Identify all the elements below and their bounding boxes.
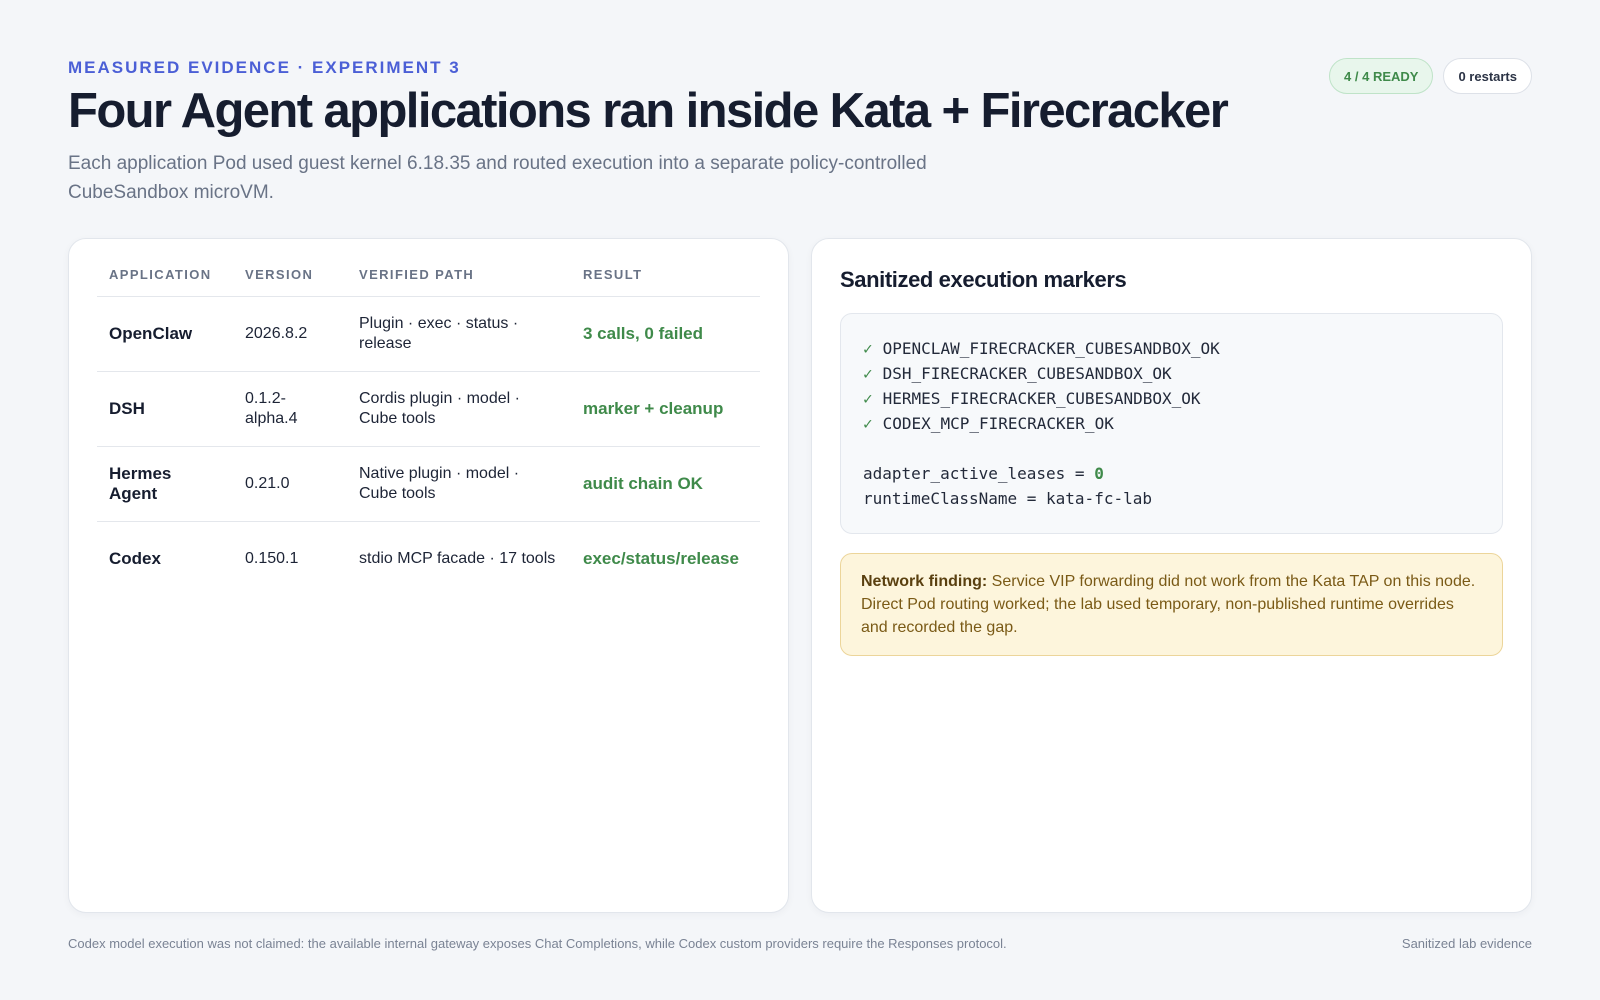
marker-text: DSH_FIRECRACKER_CUBESANDBOX_OK [882,364,1172,383]
applications-table: APPLICATION VERSION VERIFIED PATH RESULT… [97,263,760,596]
verified-path: Cordis plugin · model · Cube tools [347,371,571,447]
marker-text: CODEX_MCP_FIRECRACKER_OK [882,414,1114,433]
lease-line: adapter_active_leases = 0 [863,461,1480,486]
markers-panel: Sanitized execution markers ✓ OPENCLAW_FI… [811,238,1532,913]
page-subtitle: Each application Pod used guest kernel 6… [68,153,927,204]
application-name: DSH [97,371,233,447]
verified-path: Native plugin · model · Cube tools [347,446,571,522]
column-header-result: RESULT [571,263,760,297]
restarts-badge: 0 restarts [1443,58,1532,94]
application-name: Codex [109,549,161,568]
page-header: MEASURED EVIDENCE · EXPERIMENT 3 Four Ag… [68,58,1532,207]
runtime-line: runtimeClassName = kata-fc-lab [863,489,1152,508]
table-row: OpenClaw 2026.8.2 Plugin · exec · status… [97,296,760,372]
verified-path: stdio MCP facade · 17 tools [359,550,556,567]
check-icon: ✓ [863,339,873,358]
column-header-verified-path: VERIFIED PATH [347,263,571,297]
marker-line: ✓ HERMES_FIRECRACKER_CUBESANDBOX_OK [863,386,1480,411]
finding-label: Network finding: [861,573,988,590]
result-value: exec/status/release [583,549,739,568]
check-icon: ✓ [863,364,873,383]
status-badges: 4 / 4 READY 0 restarts [1329,58,1532,94]
page-title: Four Agent applications ran inside Kata … [68,84,1229,138]
application-version: 0.1.2-alpha.4 [233,371,347,447]
code-spacer [863,436,1480,461]
footer-note: Codex model execution was not claimed: t… [68,936,1007,951]
result-value: audit chain OK [571,446,760,522]
application-version: 2026.8.2 [233,296,347,372]
application-name: OpenClaw [97,296,233,372]
markers-code-block: ✓ OPENCLAW_FIRECRACKER_CUBESANDBOX_OK ✓ DS… [840,313,1503,534]
markers-title: Sanitized execution markers [840,267,1127,292]
table-header-row: APPLICATION VERSION VERIFIED PATH RESULT [97,263,760,297]
marker-text: OPENCLAW_FIRECRACKER_CUBESANDBOX_OK [882,339,1220,358]
application-version: 0.21.0 [233,446,347,522]
column-header-version: VERSION [233,263,347,297]
check-icon: ✓ [863,389,873,408]
ready-badge: 4 / 4 READY [1329,58,1434,94]
application-version: 0.150.1 [245,550,299,567]
check-icon: ✓ [863,414,873,433]
result-value: 3 calls, 0 failed [571,296,760,372]
column-header-application: APPLICATION [97,263,233,297]
page-footer: Codex model execution was not claimed: t… [68,936,1532,951]
eyebrow-label: MEASURED EVIDENCE · EXPERIMENT 3 [68,58,461,77]
marker-text: HERMES_FIRECRACKER_CUBESANDBOX_OK [882,389,1201,408]
marker-line: ✓ DSH_FIRECRACKER_CUBESANDBOX_OK [863,361,1480,386]
lease-value: 0 [1094,464,1104,483]
table-row: Codex 0.150.1 stdio MCP facade · 17 tool… [97,522,760,597]
table-row: DSH 0.1.2-alpha.4 Cordis plugin · model … [97,371,760,447]
table-row: Hermes Agent 0.21.0 Native plugin · mode… [97,446,760,522]
marker-line: ✓ CODEX_MCP_FIRECRACKER_OK [863,411,1480,436]
marker-line: ✓ OPENCLAW_FIRECRACKER_CUBESANDBOX_OK [863,336,1480,361]
footer-source: Sanitized lab evidence [1401,936,1532,951]
application-name: Hermes Agent [97,446,233,522]
network-finding-callout: Network finding: Service VIP forwarding … [840,553,1503,656]
lease-label: adapter_active_leases = [863,464,1095,483]
result-value: marker + cleanup [571,371,760,447]
verified-path: Plugin · exec · status · release [347,296,571,372]
applications-panel: APPLICATION VERSION VERIFIED PATH RESULT… [68,238,789,913]
